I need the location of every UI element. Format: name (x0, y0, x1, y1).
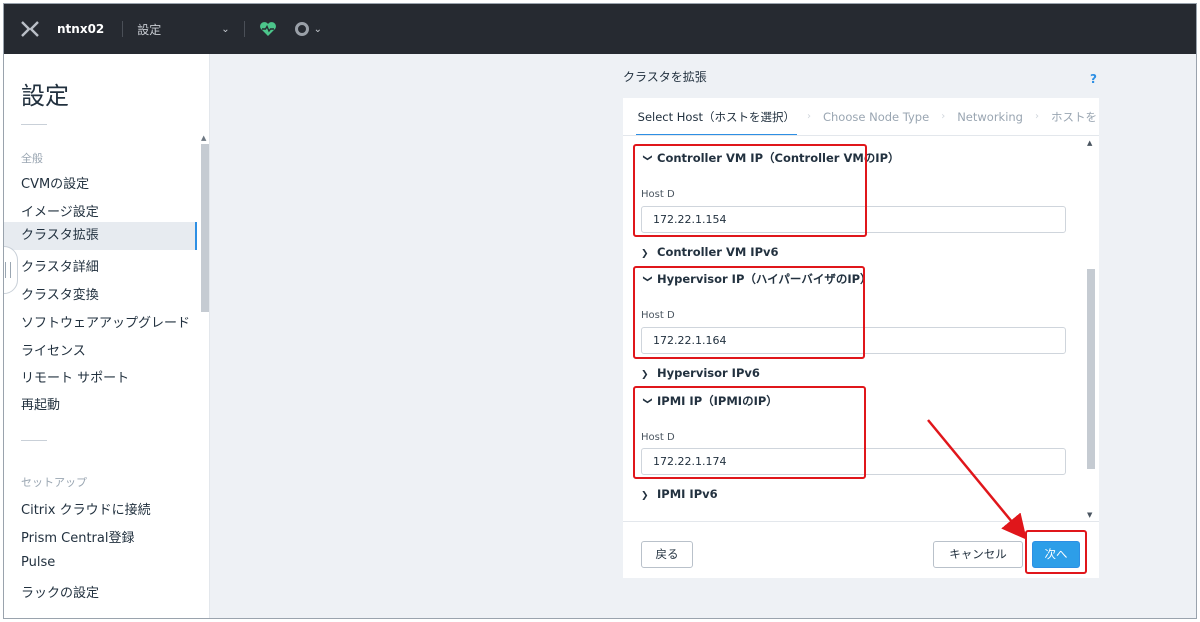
tasks-circle-icon (294, 22, 309, 36)
hypervisor-ip-input[interactable]: 172.22.1.164 (641, 327, 1066, 354)
section-hypervisor-ip[interactable]: ❯ Hypervisor IP（ハイパーバイザのIP） (641, 271, 872, 287)
chevron-down-icon: ❯ (642, 154, 652, 162)
step-separator-icon: › (806, 111, 811, 122)
chevron-down-icon: ⌄ (313, 23, 323, 35)
sidebar-item-pulse[interactable]: Pulse (21, 555, 55, 570)
step-host[interactable]: ホストを (1049, 98, 1099, 135)
chevron-right-icon: ❯ (641, 370, 649, 380)
step-separator-icon: › (941, 111, 946, 122)
section-controller-vm-ip[interactable]: ❯ Controller VM IP（Controller VMのIP） (641, 150, 900, 166)
wizard-steps: Select Host（ホストを選択） › Choose Node Type ›… (623, 98, 1099, 136)
step-choose-node-type[interactable]: Choose Node Type (821, 98, 931, 135)
step-select-host[interactable]: Select Host（ホストを選択） (635, 98, 797, 135)
sidebar-divider-2 (21, 440, 47, 441)
sidebar-item-cluster-conversion[interactable]: クラスタ変換 (21, 284, 99, 303)
sidebar-item-reboot[interactable]: 再起動 (21, 394, 60, 413)
current-page-label[interactable]: 設定 (137, 21, 161, 38)
controller-vm-ip-input[interactable]: 172.22.1.154 (641, 206, 1066, 233)
section-general-label: 全般 (21, 152, 43, 165)
host-label: Host D (641, 310, 675, 321)
section-ipmi-ipv6[interactable]: ❯ IPMI IPv6 (641, 487, 718, 501)
top-navigation-bar: ntnx02 設定 ⌄ ⌄ (4, 4, 1196, 54)
sidebar-item-license[interactable]: ライセンス (21, 340, 86, 359)
section-setup-label: セットアップ (21, 476, 87, 489)
host-label: Host D (641, 189, 675, 200)
sidebar-item-cluster-details[interactable]: クラスタ詳細 (21, 256, 99, 275)
dialog-scrollbar[interactable]: ▲ ▼ (1086, 137, 1096, 521)
sidebar-item-rack-settings[interactable]: ラックの設定 (21, 582, 99, 601)
section-controller-vm-ipv6[interactable]: ❯ Controller VM IPv6 (641, 245, 779, 259)
section-hypervisor-ipv6[interactable]: ❯ Hypervisor IPv6 (641, 366, 760, 380)
section-heading: Hypervisor IP（ハイパーバイザのIP） (657, 272, 872, 286)
sidebar-item-software-upgrade[interactable]: ソフトウェアアップグレード (21, 312, 190, 331)
app-window: ntnx02 設定 ⌄ ⌄ 設定 全般 CVMの設定 イメージ設定 クラスタ拡張… (3, 3, 1197, 619)
help-button[interactable]: ? (1090, 72, 1097, 86)
sidebar-title: 設定 (21, 82, 69, 110)
step-networking[interactable]: Networking (955, 98, 1025, 135)
sidebar-item-cvm-settings[interactable]: CVMの設定 (21, 173, 89, 192)
settings-sidebar: 設定 全般 CVMの設定 イメージ設定 クラスタ拡張 クラスタ詳細 クラスタ変換… (4, 54, 210, 618)
sidebar-item-prism-central[interactable]: Prism Central登録 (21, 527, 134, 546)
sidebar-item-expand-cluster[interactable]: クラスタ拡張 (4, 222, 197, 250)
cluster-name[interactable]: ntnx02 (57, 22, 104, 36)
dialog-scroll-thumb[interactable] (1087, 269, 1095, 469)
dialog-content: ❯ Controller VM IP（Controller VMのIP） Host… (623, 137, 1099, 521)
cancel-button[interactable]: キャンセル (933, 541, 1023, 568)
dialog-title: クラスタを拡張 (623, 70, 707, 84)
chevron-right-icon: ❯ (641, 491, 649, 501)
section-heading: IPMI IPv6 (657, 487, 718, 501)
chevron-down-icon: ❯ (642, 275, 652, 283)
topbar-divider (122, 21, 124, 37)
sidebar-item-remote-support[interactable]: リモート サポート (21, 367, 129, 386)
section-heading: Hypervisor IPv6 (657, 366, 760, 380)
nutanix-logo-icon[interactable] (19, 18, 41, 40)
back-button[interactable]: 戻る (641, 541, 693, 568)
page-menu-chevron-icon[interactable]: ⌄ (221, 24, 229, 35)
dialog-footer: 戻る キャンセル 次へ (623, 521, 1099, 578)
topbar-divider-2 (243, 21, 245, 37)
sidebar-item-image-settings[interactable]: イメージ設定 (21, 201, 99, 220)
sidebar-scroll-thumb[interactable] (201, 144, 209, 312)
health-heart-icon[interactable] (259, 21, 277, 37)
sidebar-collapse-handle[interactable] (4, 246, 18, 294)
next-button[interactable]: 次へ (1032, 541, 1080, 568)
section-heading: IPMI IP（IPMIのIP） (657, 394, 778, 408)
ipmi-ip-input[interactable]: 172.22.1.174 (641, 448, 1066, 475)
tasks-menu[interactable]: ⌄ (294, 22, 323, 36)
expand-cluster-dialog: Select Host（ホストを選択） › Choose Node Type ›… (623, 98, 1099, 578)
chevron-right-icon: ❯ (641, 249, 649, 259)
section-heading: Controller VM IPv6 (657, 245, 779, 259)
scroll-up-arrow-icon[interactable]: ▲ (1087, 139, 1092, 147)
section-ipmi-ip[interactable]: ❯ IPMI IP（IPMIのIP） (641, 393, 778, 409)
host-label: Host D (641, 432, 675, 443)
section-heading: Controller VM IP（Controller VMのIP） (657, 151, 900, 165)
sidebar-divider (21, 124, 47, 125)
step-separator-icon: › (1035, 111, 1039, 122)
scroll-down-arrow-icon[interactable]: ▼ (1087, 511, 1092, 519)
scroll-up-arrow-icon[interactable]: ▲ (201, 134, 206, 142)
sidebar-scrollbar[interactable]: ▲ (200, 134, 210, 324)
chevron-down-icon: ❯ (642, 397, 652, 405)
sidebar-item-citrix-cloud[interactable]: Citrix クラウドに接続 (21, 499, 151, 518)
